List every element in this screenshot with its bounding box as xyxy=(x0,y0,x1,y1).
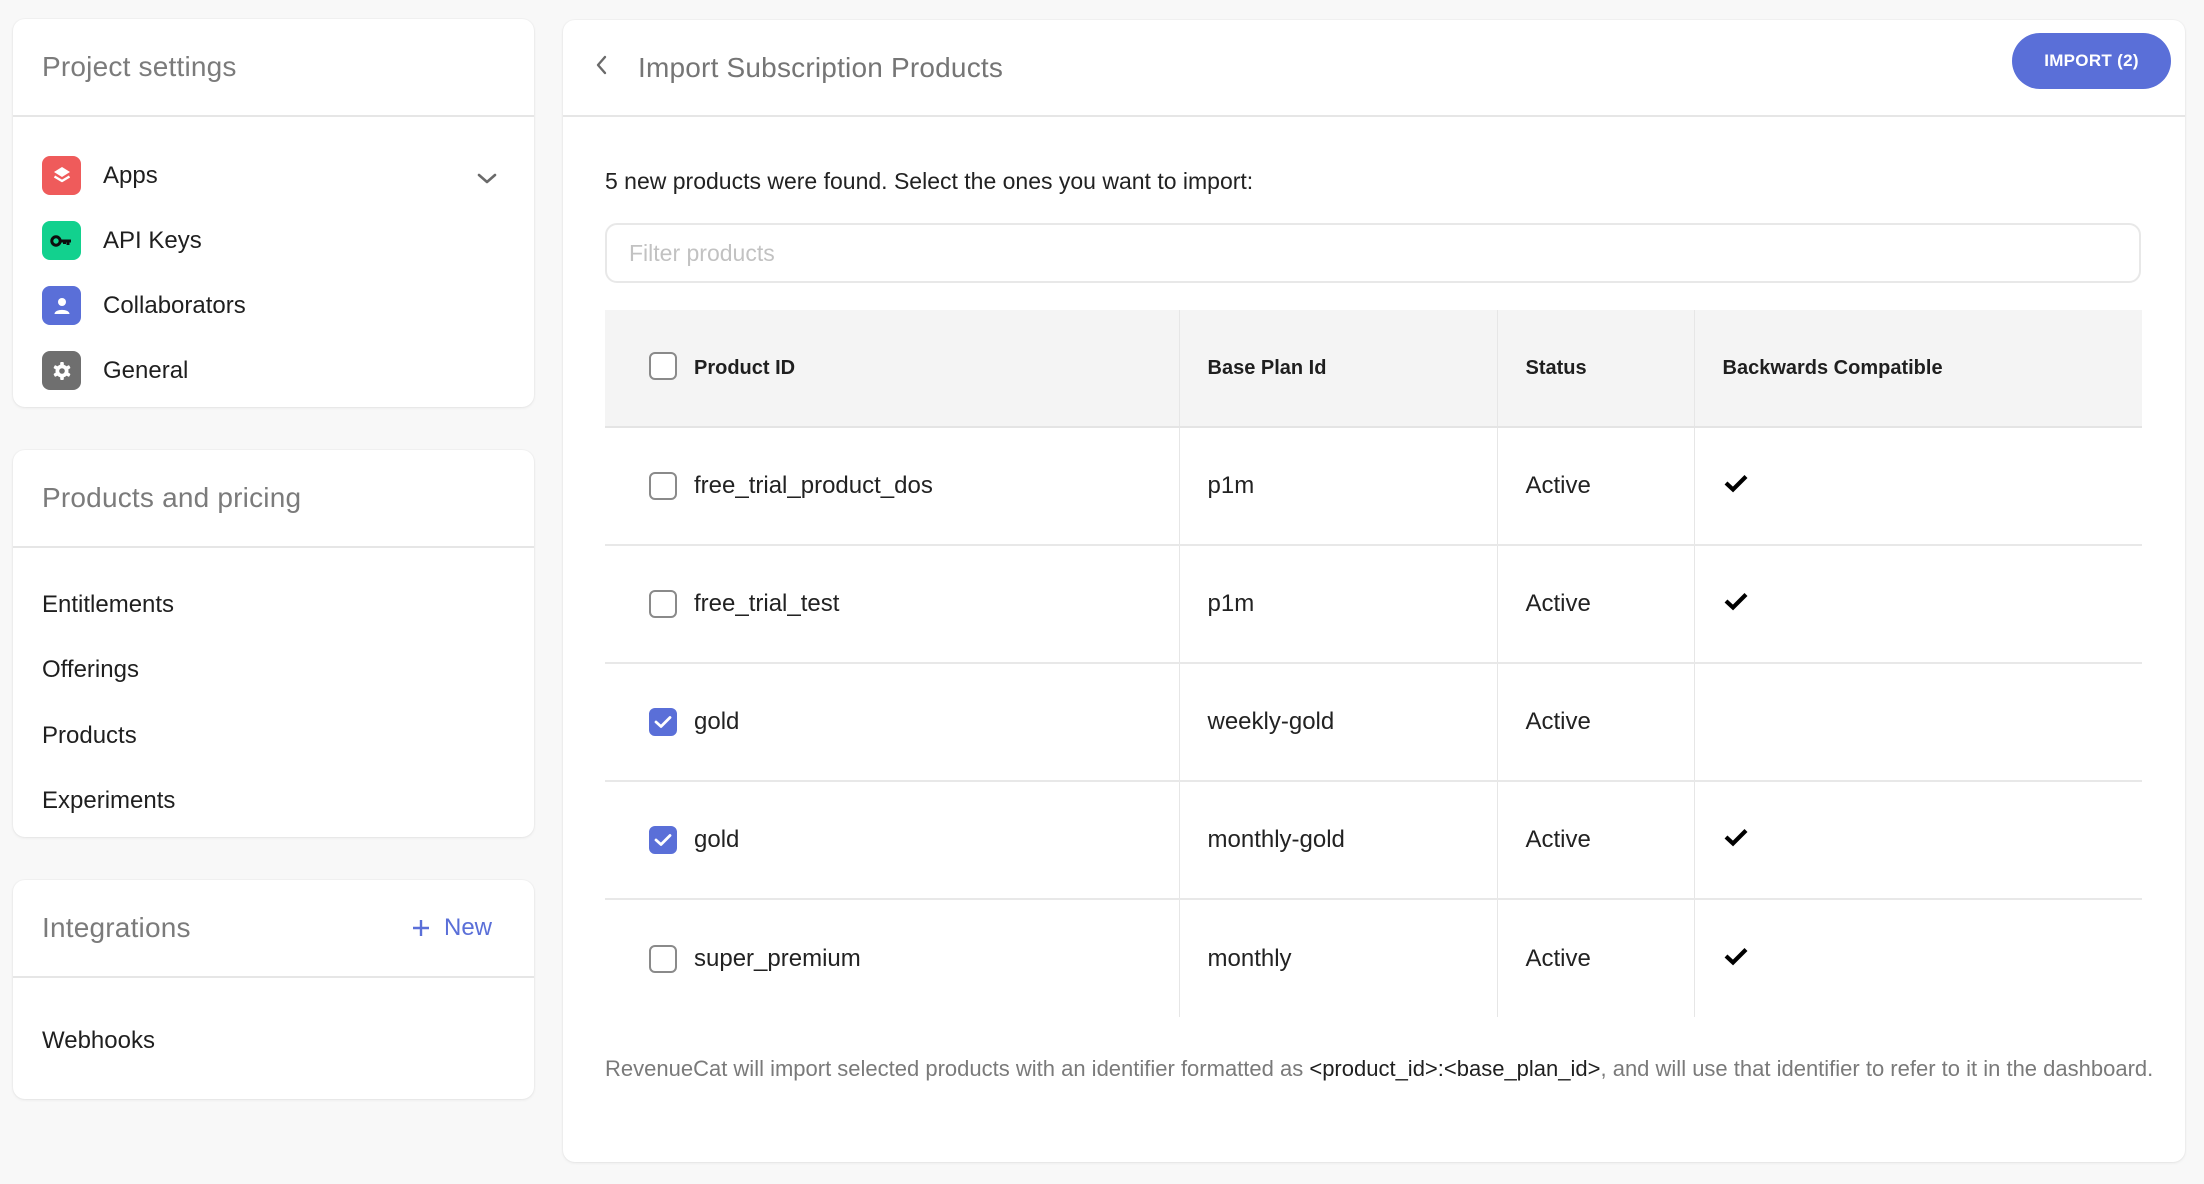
table-row[interactable]: super_premium monthly Active xyxy=(605,899,2142,1017)
checkmark-icon xyxy=(1723,826,1749,847)
sidebar-item-offerings[interactable]: Offerings xyxy=(13,638,534,704)
row-select-checkbox[interactable] xyxy=(649,472,677,500)
intro-text: 5 new products were found. Select the on… xyxy=(605,168,1254,194)
identifier-format: <product_id>:<base_plan_id> xyxy=(1309,1056,1601,1081)
sidebar-item-entitlements[interactable]: Entitlements xyxy=(13,572,534,638)
product-id-cell: free_trial_product_dos xyxy=(605,427,1179,546)
table-header-row: Product ID Base Plan Id Status Backwards… xyxy=(605,310,2142,428)
column-header-product-id: Product ID xyxy=(605,310,1179,428)
backwards-compatible-cell xyxy=(1693,427,2142,546)
user-icon xyxy=(42,286,81,325)
sidebar-item-label: General xyxy=(103,356,189,384)
product-id: gold xyxy=(694,826,740,853)
integrations-nav: Webhooks xyxy=(13,978,534,1074)
new-integration-button[interactable]: New xyxy=(412,914,506,942)
column-header-base-plan-id: Base Plan Id xyxy=(1178,310,1497,428)
import-products-panel: Import Subscription Products IMPORT (2) … xyxy=(563,20,2185,1162)
sidebar-item-label: Apps xyxy=(103,161,158,189)
panel-header: Import Subscription Products IMPORT (2) xyxy=(563,20,2185,117)
page-title: Import Subscription Products xyxy=(638,51,1004,83)
products-pricing-nav: Entitlements Offerings Products Experime… xyxy=(13,548,534,834)
import-footnote: RevenueCat will import selected products… xyxy=(605,1050,2155,1087)
backwards-compatible-cell xyxy=(1693,663,2142,782)
footnote-text-after: , and will use that identifier to refer … xyxy=(1600,1056,2154,1081)
project-settings-title: Project settings xyxy=(42,51,237,82)
row-select-checkbox[interactable] xyxy=(649,590,677,618)
checkmark-icon xyxy=(1723,945,1749,965)
table-row[interactable]: gold monthly-gold Active xyxy=(605,781,2142,900)
column-header-label: Product ID xyxy=(694,356,796,379)
project-settings-card: Project settings Apps API Keys Collabora… xyxy=(13,19,534,407)
filter-products-input[interactable] xyxy=(605,223,2141,283)
table-row[interactable]: free_trial_product_dos p1m Active xyxy=(605,427,2142,546)
sidebar-item-api-keys[interactable]: API Keys xyxy=(13,208,534,273)
products-pricing-title: Products and pricing xyxy=(42,482,302,513)
key-icon xyxy=(42,221,81,260)
product-id: gold xyxy=(694,708,740,735)
status-cell: Active xyxy=(1496,427,1694,546)
sidebar-item-experiments[interactable]: Experiments xyxy=(13,769,534,835)
base-plan-id-cell: p1m xyxy=(1178,427,1497,546)
status-cell: Active xyxy=(1496,545,1694,664)
product-id: free_trial_test xyxy=(694,590,840,617)
sidebar-item-label: Collaborators xyxy=(103,291,246,319)
product-id-cell: super_premium xyxy=(605,899,1179,1017)
product-id-cell: free_trial_test xyxy=(605,545,1179,664)
back-button[interactable] xyxy=(591,54,611,82)
new-integration-label: New xyxy=(443,914,492,941)
product-id: free_trial_product_dos xyxy=(694,472,933,499)
column-header-backwards-compatible: Backwards Compatible xyxy=(1693,310,2142,428)
project-settings-header: Project settings xyxy=(13,19,534,117)
table-row[interactable]: gold weekly-gold Active xyxy=(605,663,2142,782)
row-select-checkbox[interactable] xyxy=(649,826,677,854)
footnote-text-before: RevenueCat will import selected products… xyxy=(605,1056,1310,1081)
column-header-status: Status xyxy=(1496,310,1694,428)
status-cell: Active xyxy=(1496,663,1694,782)
backwards-compatible-cell xyxy=(1693,781,2142,900)
plus-icon xyxy=(412,914,430,942)
chevron-down-icon[interactable] xyxy=(476,165,498,193)
product-id: super_premium xyxy=(694,944,861,972)
status-cell: Active xyxy=(1496,899,1694,1017)
product-id-cell: gold xyxy=(605,781,1179,900)
integrations-header: Integrations New xyxy=(13,880,534,978)
row-select-checkbox[interactable] xyxy=(649,944,677,973)
backwards-compatible-cell xyxy=(1693,899,2142,1017)
chevron-left-icon xyxy=(594,54,608,81)
sidebar-item-webhooks[interactable]: Webhooks xyxy=(13,1008,534,1074)
base-plan-id-cell: p1m xyxy=(1178,545,1497,664)
product-id-cell: gold xyxy=(605,663,1179,782)
gear-icon xyxy=(42,351,81,390)
sidebar-item-general[interactable]: General xyxy=(13,338,534,403)
products-pricing-header: Products and pricing xyxy=(13,450,534,548)
import-button[interactable]: IMPORT (2) xyxy=(2012,33,2171,89)
base-plan-id-cell: monthly-gold xyxy=(1178,781,1497,900)
sidebar-item-apps[interactable]: Apps xyxy=(13,143,534,208)
status-cell: Active xyxy=(1496,781,1694,900)
integrations-card: Integrations New Webhooks xyxy=(13,880,534,1099)
sidebar-item-products[interactable]: Products xyxy=(13,703,534,769)
select-all-checkbox[interactable] xyxy=(649,352,677,380)
row-select-checkbox[interactable] xyxy=(649,708,677,736)
products-table: Product ID Base Plan Id Status Backwards… xyxy=(605,310,2142,1017)
project-settings-nav: Apps API Keys Collaborators General xyxy=(13,117,534,403)
products-pricing-card: Products and pricing Entitlements Offeri… xyxy=(13,450,534,837)
table-row[interactable]: free_trial_test p1m Active xyxy=(605,545,2142,664)
apps-layers-icon xyxy=(42,156,81,195)
backwards-compatible-cell xyxy=(1693,545,2142,664)
base-plan-id-cell: monthly xyxy=(1178,899,1497,1017)
checkmark-icon xyxy=(1723,590,1749,611)
checkmark-icon xyxy=(1723,472,1749,493)
base-plan-id-cell: weekly-gold xyxy=(1178,663,1497,782)
integrations-title: Integrations xyxy=(42,912,191,943)
sidebar-item-collaborators[interactable]: Collaborators xyxy=(13,273,534,338)
sidebar-item-label: API Keys xyxy=(103,226,202,254)
